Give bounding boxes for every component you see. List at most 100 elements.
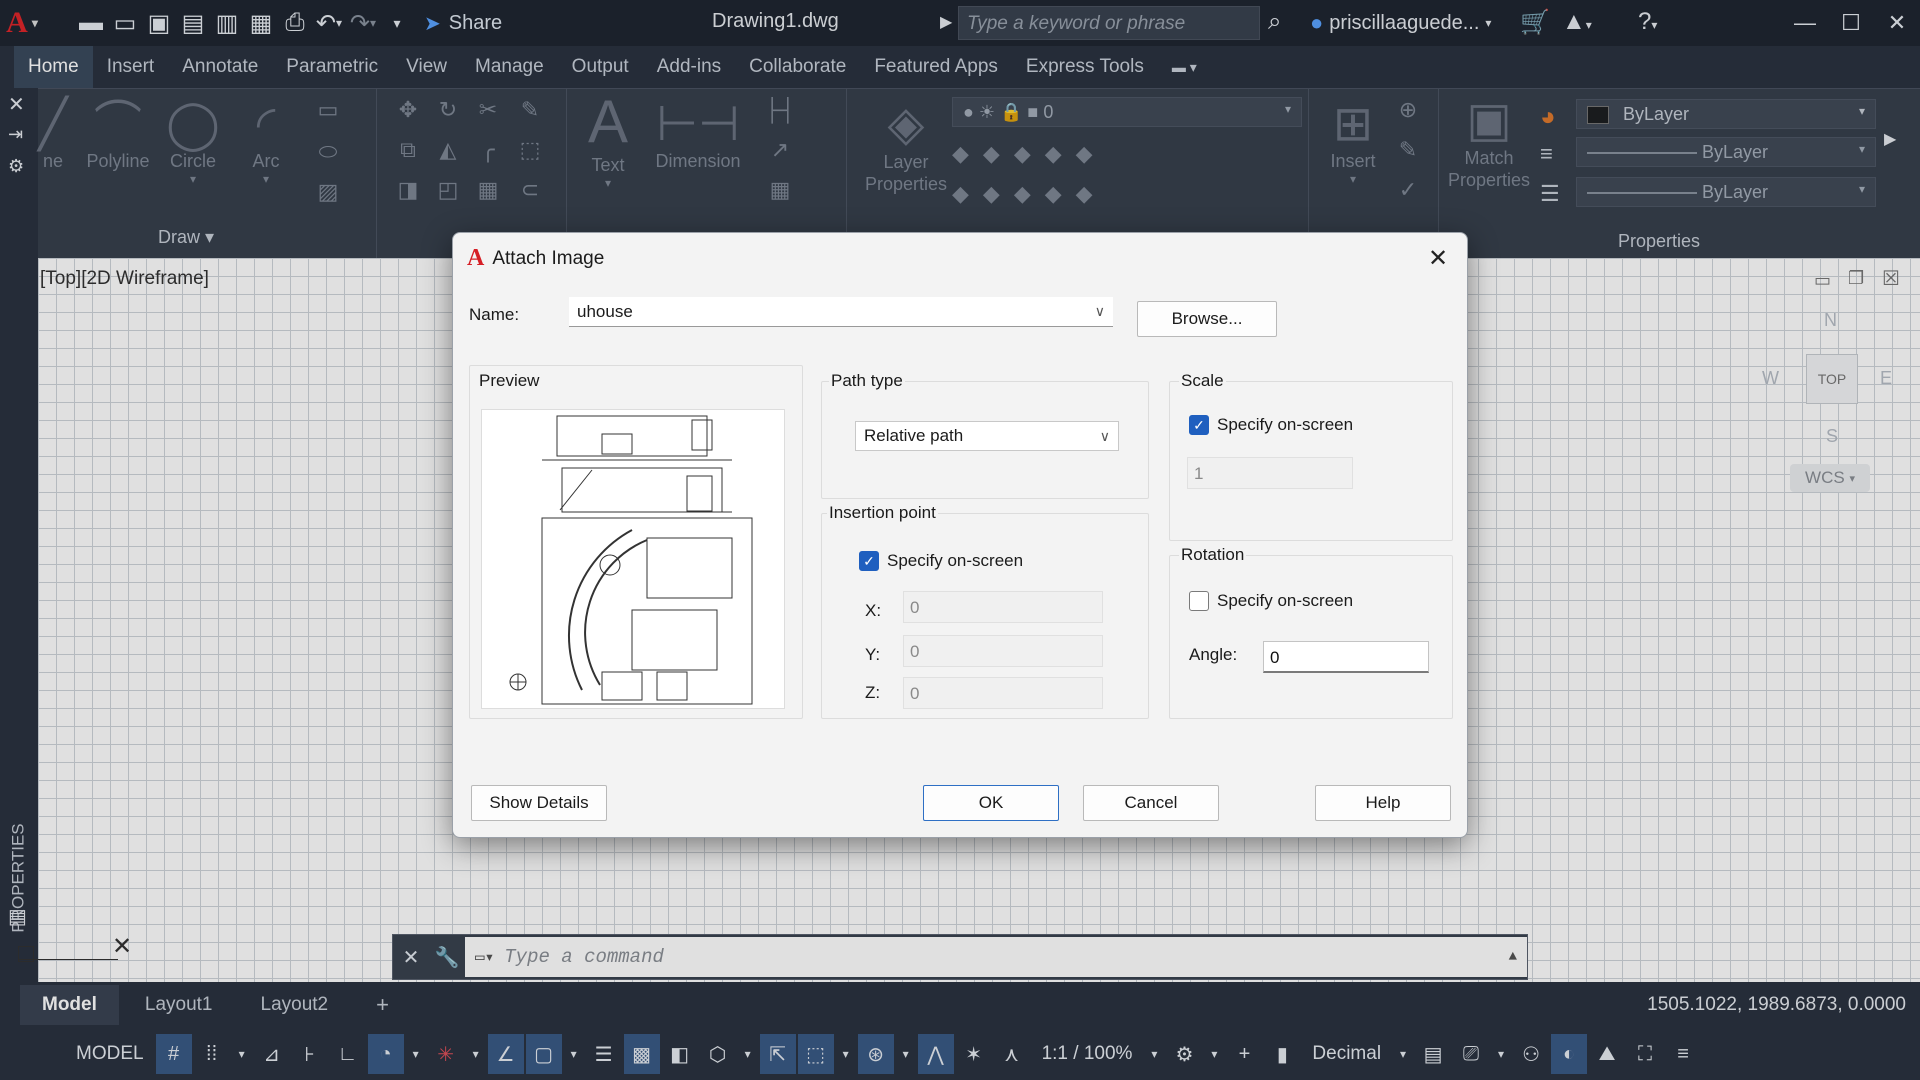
- undo-icon[interactable]: ↶ ▾: [312, 6, 346, 40]
- scale-input[interactable]: 1: [1187, 457, 1353, 489]
- command-history-icon[interactable]: ▲: [1509, 949, 1517, 965]
- color-dropdown[interactable]: ByLayer ▾: [1576, 99, 1876, 129]
- insertion-specify-checkbox[interactable]: ✓ Specify on-screen: [859, 551, 1023, 571]
- arc-tool[interactable]: ◜ Arc ▾: [236, 99, 296, 187]
- quick-properties-icon[interactable]: ▤: [1415, 1034, 1451, 1074]
- annotation-visibility-icon[interactable]: ⋀: [917, 1034, 954, 1074]
- close-palette-icon[interactable]: ✕: [8, 92, 25, 117]
- annotation-scale-icon[interactable]: ⋏: [994, 1034, 1030, 1074]
- selection-filter-icon[interactable]: ⬚: [797, 1034, 834, 1074]
- command-close-icon[interactable]: ✕: [393, 945, 429, 970]
- viewcube-west[interactable]: W: [1762, 368, 1779, 389]
- user-account[interactable]: ● priscillaaguede... ▾: [1310, 10, 1491, 36]
- offset-icon[interactable]: ⊂: [510, 177, 550, 203]
- array-icon[interactable]: ▦: [468, 177, 508, 203]
- 3d-object-snap-icon[interactable]: ⬡: [700, 1034, 736, 1074]
- plot-icon[interactable]: ⎙: [278, 6, 312, 40]
- gizmo-icon[interactable]: ⊛: [857, 1034, 894, 1074]
- command-customize-icon[interactable]: 🔧: [429, 945, 465, 970]
- tab-insert[interactable]: Insert: [93, 46, 169, 88]
- erase-icon[interactable]: ✎: [510, 97, 550, 123]
- graphics-performance-icon[interactable]: ◐: [1551, 1034, 1588, 1074]
- customization-menu-icon[interactable]: ≡: [1665, 1034, 1701, 1074]
- tab-manage[interactable]: Manage: [461, 46, 558, 88]
- palette-settings-icon[interactable]: ⚙: [8, 156, 24, 177]
- dynamic-ucs-icon[interactable]: ⇱: [759, 1034, 796, 1074]
- polar-tracking-icon[interactable]: ◔: [367, 1034, 404, 1074]
- tab-collaborate[interactable]: Collaborate: [735, 46, 860, 88]
- stretch-icon[interactable]: ◨: [388, 177, 428, 203]
- minimize-icon[interactable]: —: [1782, 0, 1828, 46]
- path-type-dropdown[interactable]: Relative path ∨: [855, 421, 1119, 451]
- workspace-switching-icon[interactable]: ⚙: [1166, 1034, 1202, 1074]
- angle-input[interactable]: 0: [1263, 641, 1429, 673]
- object-snap-icon[interactable]: ▢: [525, 1034, 562, 1074]
- dimension-tool[interactable]: ⊢⊣ Dimension: [648, 99, 748, 172]
- command-prompt-icon[interactable]: ▭▾: [475, 947, 494, 967]
- grid-icon[interactable]: #: [155, 1034, 192, 1074]
- layer-dropdown[interactable]: ● ☀ 🔒 ■ 0 ▾: [952, 97, 1302, 127]
- rotation-specify-checkbox[interactable]: Specify on-screen: [1189, 591, 1353, 611]
- lineweight-toggle-icon[interactable]: ☰: [586, 1034, 622, 1074]
- transparency-icon[interactable]: ▩: [623, 1034, 660, 1074]
- infer-constraints-icon[interactable]: ⊿: [254, 1034, 290, 1074]
- auto-scale-icon[interactable]: ✶: [956, 1034, 992, 1074]
- rotation-checkbox-box[interactable]: [1189, 591, 1209, 611]
- explode-icon[interactable]: ⬚: [510, 137, 550, 163]
- browse-button[interactable]: Browse...: [1137, 301, 1277, 337]
- ortho-icon[interactable]: ∟: [330, 1034, 366, 1074]
- draw-panel-title[interactable]: Draw ▾: [158, 227, 214, 248]
- tab-model[interactable]: Model: [20, 985, 119, 1025]
- edit-block-icon[interactable]: ✎: [1388, 137, 1428, 163]
- scale-specify-checkbox[interactable]: ✓ Specify on-screen: [1189, 415, 1353, 435]
- object-snap-tracking-icon[interactable]: ∠: [487, 1034, 524, 1074]
- maximize-icon[interactable]: ☐: [1828, 0, 1874, 46]
- web-mobile-icon[interactable]: ▥: [210, 6, 244, 40]
- polyline-tool[interactable]: ⌒ Polyline: [78, 99, 158, 172]
- ribbon-minimize-icon[interactable]: ▬ ▾: [1158, 46, 1211, 88]
- insertion-checkbox-box[interactable]: ✓: [859, 551, 879, 571]
- y-input[interactable]: 0: [903, 635, 1103, 667]
- mirror-icon[interactable]: ◭: [428, 137, 468, 163]
- viewport-label[interactable]: [Top][2D Wireframe]: [40, 268, 209, 290]
- redo-icon[interactable]: ↷ ▾: [346, 6, 380, 40]
- show-details-button[interactable]: Show Details: [471, 785, 607, 821]
- add-layout-icon[interactable]: +: [354, 985, 411, 1025]
- viewport-close-icon[interactable]: ☒: [1882, 266, 1900, 291]
- tab-annotate[interactable]: Annotate: [168, 46, 272, 88]
- copy-icon[interactable]: ⧉: [388, 137, 428, 163]
- osnap-dropdown-icon[interactable]: ▾: [564, 1034, 584, 1074]
- cart-icon[interactable]: 🛒: [1520, 8, 1550, 37]
- layer-tools-row1[interactable]: ◆◆◆◆◆: [952, 141, 1182, 167]
- customize-quick-access-icon[interactable]: ▾: [380, 6, 414, 40]
- line-tool[interactable]: ╱ ne: [38, 99, 68, 172]
- export-icon[interactable]: ▦: [244, 6, 278, 40]
- wcs-menu[interactable]: WCS ▾: [1790, 464, 1870, 492]
- tab-featured-apps[interactable]: Featured Apps: [860, 46, 1012, 88]
- properties-palette-icon[interactable]: ▤: [8, 904, 27, 929]
- annotation-monitor-icon[interactable]: +: [1226, 1034, 1262, 1074]
- new-file-icon[interactable]: ▬: [74, 6, 108, 40]
- ellipse-icon[interactable]: ⬭: [308, 139, 348, 165]
- ribbon-scroll-icon[interactable]: ▶: [1884, 129, 1896, 149]
- tab-output[interactable]: Output: [558, 46, 643, 88]
- isolate-objects-icon[interactable]: ⚇: [1513, 1034, 1549, 1074]
- insert-tool[interactable]: ⊞ Insert ▾: [1318, 99, 1388, 187]
- table-icon[interactable]: ▦: [760, 177, 800, 203]
- help-icon[interactable]: ?▾: [1638, 8, 1657, 36]
- text-tool[interactable]: A Text ▾: [578, 89, 638, 191]
- polar-dropdown-icon[interactable]: ▾: [406, 1034, 426, 1074]
- layer-tools-row2[interactable]: ◆◆◆◆◆: [952, 181, 1182, 207]
- viewcube-north[interactable]: N: [1824, 310, 1837, 331]
- gizmo-dropdown-icon[interactable]: ▾: [896, 1034, 916, 1074]
- tab-express-tools[interactable]: Express Tools: [1012, 46, 1158, 88]
- tab-layout1[interactable]: Layout1: [123, 985, 235, 1025]
- tab-parametric[interactable]: Parametric: [272, 46, 392, 88]
- tab-view[interactable]: View: [392, 46, 461, 88]
- expand-arrow-icon[interactable]: ▶: [940, 12, 952, 32]
- help-button[interactable]: Help: [1315, 785, 1451, 821]
- fillet-icon[interactable]: ╭: [468, 137, 508, 163]
- scale-checkbox-box[interactable]: ✓: [1189, 415, 1209, 435]
- dynamic-input-icon[interactable]: ⊦: [292, 1034, 328, 1074]
- 3d-osnap-dropdown-icon[interactable]: ▾: [738, 1034, 758, 1074]
